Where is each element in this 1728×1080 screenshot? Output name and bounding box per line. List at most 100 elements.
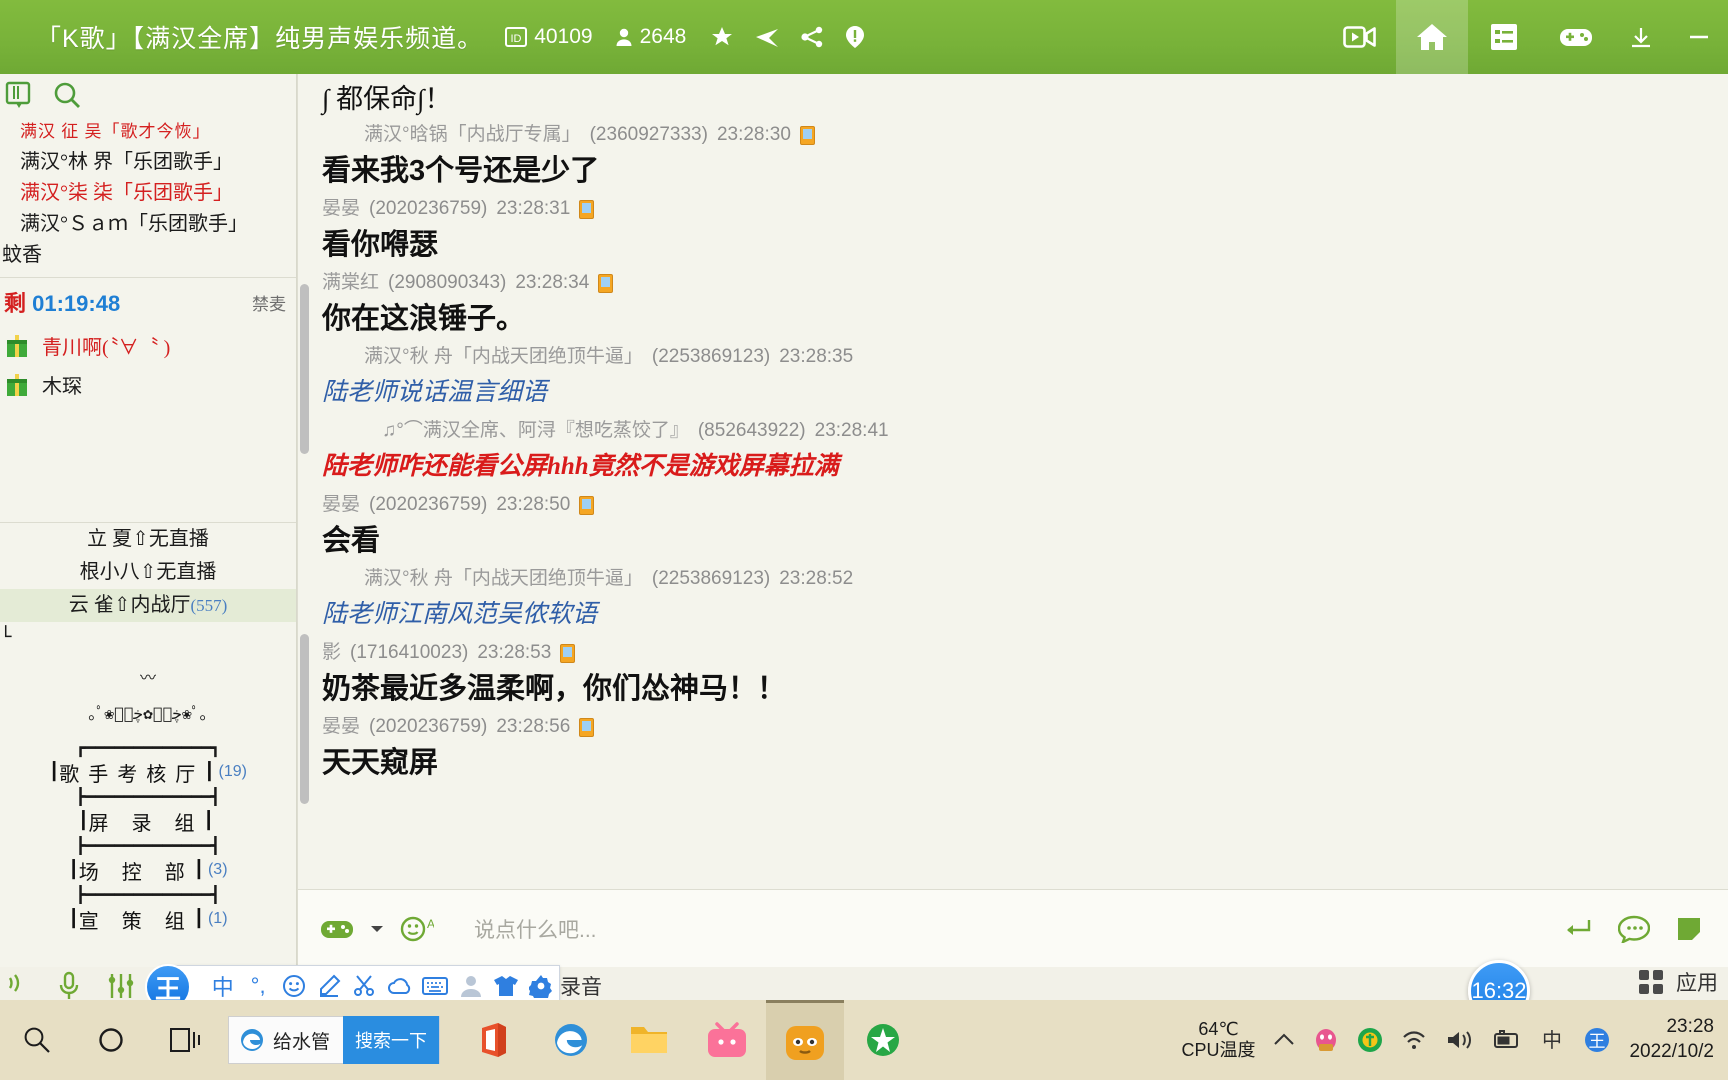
taskbar-app-list (454, 1000, 922, 1080)
room-id-stat: ID 40109 (505, 25, 593, 49)
chat-sender-uid: (2020236759) (369, 716, 488, 737)
wangzhe-icon[interactable]: 王 (1583, 1026, 1611, 1054)
chat-message: 满棠红 (2908090343) 23:28:34 你在这浪锤子。 (322, 268, 1712, 340)
room-list-item-selected[interactable]: 云 雀⇧内战厅(557) (0, 589, 296, 622)
room-title: 「K歌」【满汉全席】纯男声娱乐频道。 (36, 25, 484, 53)
list-icon[interactable] (1468, 0, 1540, 74)
share-icon[interactable] (800, 25, 824, 49)
windows-taskbar: 给水管 搜索一下 64℃ CPU温度 中 王 23:28 2022/10/2 (0, 1000, 1728, 1080)
battery-icon[interactable] (1491, 1029, 1521, 1051)
chat-sender-name[interactable]: 满棠红 (322, 268, 379, 298)
search-icon[interactable] (52, 80, 82, 110)
minimize-icon[interactable] (1612, 0, 1670, 74)
chat-sender-name[interactable]: 晏晏 (322, 194, 360, 224)
wifi-icon[interactable] (1401, 1029, 1427, 1051)
decor-flower: ｡ﾟ❀ڿڰۣ✿ڿڰۣ❀ﾟ｡ (88, 703, 208, 723)
chat-timestamp: 23:28:41 (814, 420, 889, 441)
chat-message: 晏晏 (2020236759) 23:28:50 会看 (322, 490, 1712, 562)
svg-text:A: A (427, 917, 434, 931)
chevron-down-icon[interactable] (370, 924, 384, 934)
sticker-icon[interactable] (1676, 916, 1702, 942)
department-row[interactable]: ┃ 屏 录 组 ┃ (0, 807, 296, 836)
chat-sender-name[interactable]: ♫°⌒满汉全席、阿浔『想吃蒸饺了』 (382, 416, 689, 446)
chat-message-body: 天天窥屏 (322, 747, 439, 779)
chat-bubble-icon[interactable] (1618, 915, 1650, 943)
decor-bracket: └ ┘ (0, 626, 12, 648)
taskbar-search-box[interactable]: 给水管 搜索一下 (228, 1016, 440, 1064)
department-row[interactable]: ┃ 宣 策 组 ┃ (1) (0, 905, 296, 934)
emoji-text-icon[interactable]: A (400, 914, 434, 944)
explorer-icon[interactable] (610, 1000, 688, 1080)
close-icon[interactable] (1670, 0, 1728, 74)
mic-icon[interactable] (58, 971, 80, 1001)
chat-sender-name[interactable]: 满汉°秋 舟「内战天团绝顶牛逼」 (364, 564, 643, 594)
chat-scrollbar-thumb[interactable] (300, 284, 309, 454)
chat-message-body: 陆老师咋还能看公屏hhh竟然不是游戏屏幕拉满 (322, 453, 839, 480)
cortana-icon[interactable] (74, 1000, 148, 1080)
volume-icon[interactable] (1445, 1028, 1473, 1052)
cpu-temp-value: 64℃ (1198, 1019, 1239, 1040)
gift-row[interactable]: 木琛 (0, 365, 296, 404)
sidebar-toolbar (0, 74, 296, 116)
edge-icon[interactable] (532, 1000, 610, 1080)
taskview-icon[interactable] (148, 1000, 222, 1080)
taskbar-search-button[interactable]: 搜索一下 (343, 1016, 439, 1064)
grid-icon[interactable] (1638, 969, 1664, 995)
office-icon[interactable] (454, 1000, 532, 1080)
game-icon[interactable] (320, 917, 354, 941)
chat-scrollbar-thumb[interactable] (300, 634, 309, 804)
chat-message: 晏晏 (2020236759) 23:28:31 看你嘚瑟 (322, 194, 1712, 266)
chat-message: 影 (1716410023) 23:28:53 奶茶最近多温柔啊，你们怂神马！！ (322, 638, 1712, 710)
search-icon[interactable] (0, 1000, 74, 1080)
enter-icon[interactable] (1562, 917, 1592, 941)
mic-queue-item[interactable]: 满汉°Ｓａｍ「乐团歌手」 (2, 209, 294, 240)
desktop-apps-corner[interactable]: 应用 (1638, 960, 1728, 1004)
mute-mic-button[interactable]: 禁麦 (252, 290, 286, 315)
department-row[interactable]: ┃ 歌手考核厅 ┃ (19) (0, 758, 296, 787)
mic-queue-item[interactable]: 满汉°柒 柒「乐团歌手」 (2, 178, 294, 209)
chat-sender-name[interactable]: 满汉°晗锅「内战厅专属」 (364, 120, 581, 150)
chat-message-list[interactable]: ∫ 都保命∫！ 满汉°晗锅「内战厅专属」 (2360927333) 23:28:… (297, 74, 1728, 889)
chat-timestamp: 23:28:50 (496, 494, 571, 515)
cpu-temp-widget[interactable]: 64℃ CPU温度 (1181, 1019, 1255, 1060)
department-bracket-left: ┃ (68, 908, 79, 929)
chat-sender-name[interactable]: 晏晏 (322, 712, 360, 742)
chat-sender-name[interactable]: 晏晏 (322, 490, 360, 520)
mic-queue-item[interactable]: 满汉 征 吴「歌才今恢」 (2, 116, 294, 147)
mic-queue-item[interactable]: 满汉°林 界「乐团歌手」 (2, 147, 294, 178)
security-icon[interactable] (1357, 1027, 1383, 1053)
chat-sender-name[interactable]: 影 (322, 638, 341, 668)
chevron-up-icon[interactable] (1273, 1032, 1295, 1048)
chat-message: ∫ 都保命∫！ (322, 80, 1712, 118)
report-icon[interactable] (844, 25, 866, 49)
viewer-count-stat: 2648 (615, 25, 686, 49)
department-row[interactable]: ┃ 场 控 部 ┃ (3) (0, 856, 296, 885)
room-list-item[interactable]: 根小八⇧无直播 (0, 556, 296, 589)
video-icon[interactable] (1324, 0, 1396, 74)
ime-cn-icon[interactable]: 中 (1539, 1027, 1565, 1053)
chat-input-field[interactable]: 说点什么吧... (474, 914, 1546, 944)
chat-sender-uid: (2253869123) (651, 346, 771, 367)
chat-message-body: 看你嘚瑟 (322, 229, 439, 261)
raccoon-icon[interactable] (766, 1000, 844, 1080)
taskbar-clock[interactable]: 23:28 2022/10/2 (1629, 1015, 1714, 1064)
bilibili-icon[interactable] (688, 1000, 766, 1080)
taskbar-search-value[interactable]: 给水管 (273, 1027, 343, 1054)
feixin-icon[interactable] (844, 1000, 922, 1080)
channel-icon[interactable] (4, 80, 34, 110)
speaker-icon[interactable] (6, 973, 32, 999)
star-icon[interactable] (710, 25, 734, 49)
department-count: (1) (207, 910, 228, 928)
mic-queue-item[interactable]: 蚊香 (2, 240, 294, 271)
chat-sender-name[interactable]: 满汉°秋 舟「内战天团绝顶牛逼」 (364, 342, 643, 372)
qq-icon[interactable] (1313, 1027, 1339, 1053)
chat-message: 满汉°秋 舟「内战天团绝顶牛逼」 (2253869123) 23:28:52 陆… (322, 564, 1712, 636)
room-list-item[interactable]: 立 夏⇧无直播 (0, 523, 296, 556)
department-bracket-left: ┃ (49, 761, 60, 782)
mobile-client-icon (579, 495, 595, 515)
equalizer-icon[interactable] (106, 971, 136, 1001)
gift-row[interactable]: 青川啊(〝∀〝 ) (0, 326, 296, 365)
home-icon[interactable] (1396, 0, 1468, 74)
game-icon[interactable] (1540, 0, 1612, 74)
broadcast-icon[interactable] (754, 26, 780, 48)
